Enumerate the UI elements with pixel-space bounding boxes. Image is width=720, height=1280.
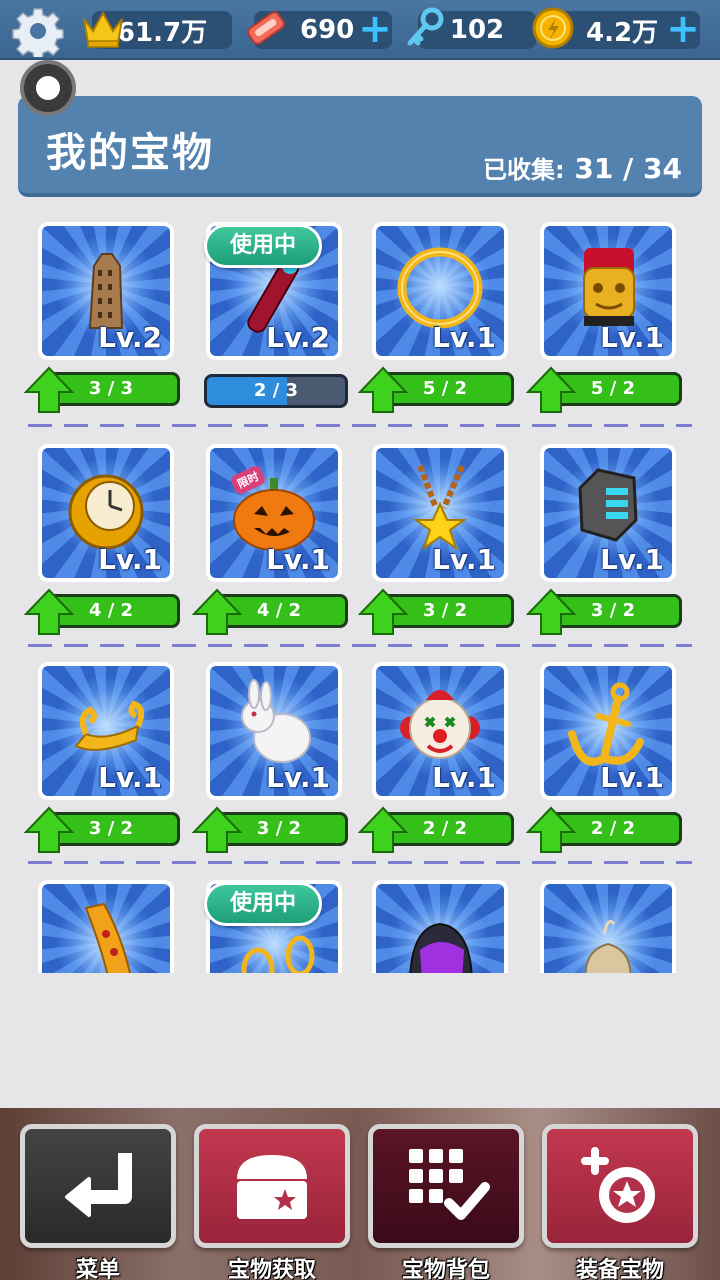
- upgrade-arrow-icon[interactable]: [526, 806, 576, 854]
- menu-button[interactable]: [20, 1124, 176, 1248]
- equip-badge-icon: [581, 1147, 655, 1223]
- upgrade-arrow-icon[interactable]: [526, 366, 576, 414]
- treasure-card-tiki-mask[interactable]: Lv.1: [540, 222, 676, 360]
- upgrade-arrow-icon[interactable]: [24, 588, 74, 636]
- upgrade-arrow-icon[interactable]: [358, 806, 408, 854]
- menu-label: 菜单: [75, 1258, 120, 1280]
- level-label: Lv.1: [600, 761, 664, 794]
- upgrade-arrow-icon[interactable]: [358, 588, 408, 636]
- treasure-card-golden-horn[interactable]: [38, 880, 174, 973]
- level-label: Lv.1: [266, 543, 330, 576]
- treasure-backpack-label: 宝物背包: [401, 1258, 490, 1280]
- upgrade-arrow-icon[interactable]: [192, 806, 242, 854]
- level-label: Lv.1: [432, 543, 496, 576]
- equip-treasure-button[interactable]: [542, 1124, 698, 1248]
- treasure-backpack-button[interactable]: [368, 1124, 524, 1248]
- upgrade-arrow-icon[interactable]: [192, 588, 242, 636]
- treasure-card-pumpkin[interactable]: 限时 Lv.1: [206, 444, 342, 582]
- treasure-card-ring[interactable]: Lv.1: [372, 222, 508, 360]
- treasure-obtain-label: 宝物获取: [227, 1258, 316, 1280]
- row-divider: [28, 644, 692, 647]
- upgrade-arrow-icon[interactable]: [526, 588, 576, 636]
- treasure-card-white-rabbit[interactable]: Lv.1: [206, 662, 342, 800]
- return-arrow-icon: [65, 1153, 132, 1217]
- treasure-card-battery-gadget[interactable]: Lv.1: [540, 444, 676, 582]
- level-label: Lv.2: [266, 321, 330, 354]
- level-label: Lv.1: [266, 761, 330, 794]
- treasure-card-clown-mask[interactable]: Lv.1: [372, 662, 508, 800]
- treasure-card-star-necklace[interactable]: Lv.1: [372, 444, 508, 582]
- row-divider: [28, 861, 692, 864]
- sack-icon: [584, 920, 632, 973]
- collect-progress: 2 / 3: [204, 374, 348, 408]
- helmet-icon: [409, 922, 473, 973]
- grid-check-icon: [409, 1149, 490, 1220]
- bottom-nav-bar: 菜单 宝物获取 宝物背包 装备宝物: [0, 1108, 720, 1280]
- treasure-chest-icon: [237, 1155, 307, 1219]
- level-label: Lv.2: [98, 321, 162, 354]
- treasure-card-golden-scroll[interactable]: Lv.1: [38, 662, 174, 800]
- equip-treasure-label: 装备宝物: [575, 1258, 664, 1280]
- level-label: Lv.1: [98, 543, 162, 576]
- golden-horn-icon: [84, 902, 131, 973]
- treasure-grid: Lv.2 Lv.2 Lv.1 Lv.1 使用中 3 / 3 2 / 3 5 / …: [0, 0, 720, 973]
- level-label: Lv.1: [432, 761, 496, 794]
- in-use-badge: 使用中: [204, 224, 322, 268]
- treasure-obtain-button[interactable]: [194, 1124, 350, 1248]
- treasure-card-helmet[interactable]: [372, 880, 508, 973]
- level-label: Lv.1: [600, 321, 664, 354]
- level-label: Lv.1: [98, 761, 162, 794]
- in-use-badge: 使用中: [204, 882, 322, 926]
- treasure-card-pocket-watch[interactable]: Lv.1: [38, 444, 174, 582]
- upgrade-arrow-icon[interactable]: [358, 366, 408, 414]
- treasure-card-tower[interactable]: Lv.2: [38, 222, 174, 360]
- level-label: Lv.1: [600, 543, 664, 576]
- collect-progress-label: 2 / 3: [253, 380, 299, 401]
- upgrade-arrow-icon[interactable]: [24, 806, 74, 854]
- treasure-card-anchor[interactable]: Lv.1: [540, 662, 676, 800]
- level-label: Lv.1: [432, 321, 496, 354]
- row-divider: [28, 424, 692, 427]
- upgrade-arrow-icon[interactable]: [24, 366, 74, 414]
- treasure-card-sack[interactable]: [540, 880, 676, 973]
